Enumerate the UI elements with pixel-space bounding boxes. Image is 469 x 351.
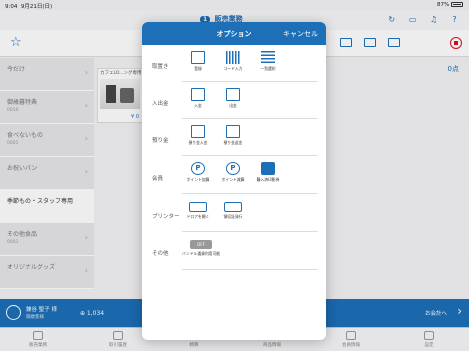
option-label: 預り金返金 [223,140,243,145]
option-label: ドロアを開く [186,214,210,219]
option-advance-refund[interactable]: 預り金返金 [216,125,250,146]
option-point-add[interactable]: P ポイント加算 [181,162,215,183]
option-receipt[interactable]: 領収証発行 [216,202,250,220]
point-add-icon: P [191,162,205,175]
option-label: 一覧選択 [260,66,276,71]
coupon-icon: OFF [190,240,212,249]
section-label: その他 [152,251,169,257]
section-label: 預り金 [152,138,169,144]
option-label: 購入済印影券 [256,177,280,182]
cancel-button[interactable]: キャンセル [283,29,318,39]
option-label: 預り金入金 [188,140,208,145]
receipt-icon [224,202,242,212]
option-purchased-ticket[interactable]: 購入済印影券 [251,162,285,183]
section-cash-in-out: 入出金 入金 出金 [142,82,326,119]
option-label: 領収証発行 [223,214,243,219]
option-label: 入金 [194,103,202,108]
option-deposit[interactable]: 入金 [181,88,215,109]
section-member: 会員 P ポイント加算 P ポイント減算 購入済印影券 [142,156,326,194]
section-other: その他 OFF バンドル通貨利用可能 [142,232,326,270]
refund-icon [226,125,240,138]
list-icon [261,51,275,64]
section-advance: 預り金 預り金入金 預り金返金 [142,119,326,156]
ticket-icon [261,162,275,175]
divider [182,269,318,270]
option-label: バンドル通貨利用可能 [181,251,221,256]
point-subtract-icon: P [226,162,240,175]
option-open-drawer[interactable]: ドロアを開く [181,202,215,220]
section-label: 入出金 [152,101,169,107]
section-label: プリンター [152,214,180,220]
option-register[interactable]: 登録 [181,51,215,72]
option-list-select[interactable]: 一覧選択 [251,51,285,72]
option-label: 登録 [194,66,202,71]
option-code-input[interactable]: コード入力 [216,51,250,72]
option-advance-deposit[interactable]: 預り金入金 [181,125,215,146]
deposit-icon [191,125,205,138]
modal-header: オプション キャンセル [142,22,326,45]
deposit-icon [191,88,205,101]
section-label: 取置き [152,64,169,70]
register-icon [191,51,205,64]
option-label: 出金 [229,103,237,108]
withdraw-icon [226,88,240,101]
option-label: ポイント加算 [186,177,210,182]
section-layaway: 取置き 登録 コード入力 一覧選択 [142,45,326,82]
barcode-icon [226,51,240,64]
drawer-icon [189,202,207,212]
options-modal: オプション キャンセル 取置き 登録 コード入力 一覧選択 入出金 入金 出金 … [142,22,326,340]
option-label: ポイント減算 [221,177,245,182]
section-printer: プリンター ドロアを開く 領収証発行 [142,194,326,232]
section-label: 会員 [152,176,164,182]
option-label: コード入力 [223,66,243,71]
option-bundle-currency[interactable]: OFF バンドル通貨利用可能 [181,240,221,257]
option-point-subtract[interactable]: P ポイント減算 [216,162,250,183]
option-withdraw[interactable]: 出金 [216,88,250,109]
